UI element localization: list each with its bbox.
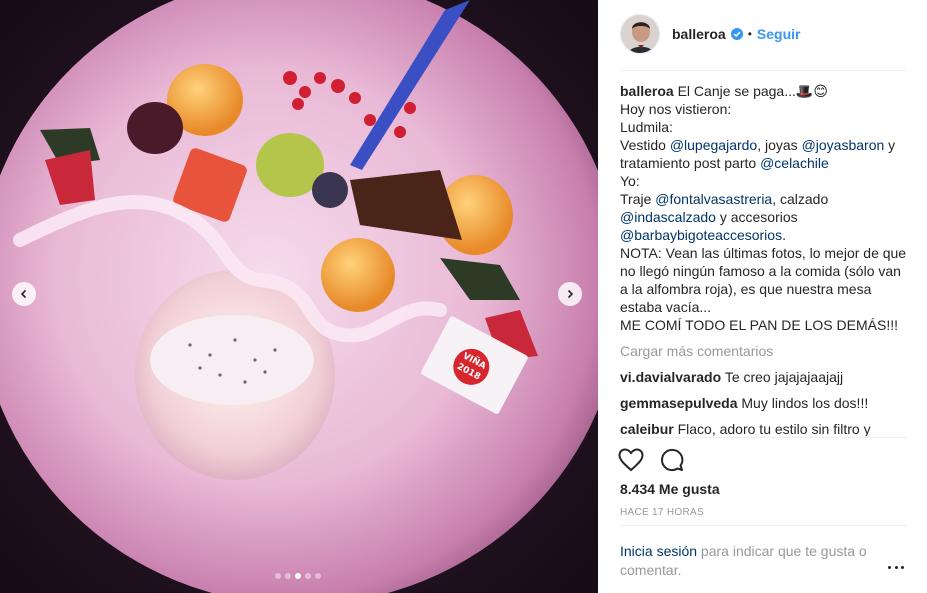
comment-text: Te creo jajajajaajajj [724, 369, 844, 385]
post-side-panel: balleroa • Seguir balleroa El Canje se p… [598, 0, 927, 593]
login-prompt: Inicia sesión para indicar que te gusta … [620, 542, 880, 580]
caption-text: , joyas [757, 137, 802, 153]
caption-text: , calzado [772, 191, 829, 207]
avatar[interactable] [620, 14, 660, 54]
carousel-next-button[interactable] [558, 282, 582, 306]
comment-username[interactable]: gemmasepulveda [620, 395, 738, 411]
comment-username[interactable]: vi.davialvarado [620, 369, 721, 385]
verified-icon [730, 28, 743, 40]
more-options-icon[interactable] [888, 560, 904, 574]
carousel-prev-button[interactable] [12, 282, 36, 306]
comments-section: balleroa El Canje se paga...🎩😊 Hoy nos v… [620, 82, 908, 436]
caption-line: Ludmila: [620, 119, 673, 135]
chevron-right-icon [567, 289, 574, 299]
post-timestamp[interactable]: HACE 17 HORAS [620, 507, 704, 518]
login-link[interactable]: Inicia sesión [620, 543, 697, 559]
carousel-dot-active [295, 573, 301, 579]
footer-divider [620, 525, 907, 526]
caption-line: ME COMÍ TODO EL PAN DE LOS DEMÁS!!! [620, 317, 898, 333]
caption-text: y accesorios [715, 209, 798, 225]
comment-item: gemmasepulveda Muy lindos los dos!!! [620, 394, 908, 412]
mention-link[interactable]: @lupegajardo [670, 137, 757, 153]
caption-text: Traje [620, 191, 656, 207]
mention-link[interactable]: @indascalzado [620, 209, 716, 225]
follow-button[interactable]: Seguir [757, 26, 801, 42]
mention-link[interactable]: @joyasbaron [802, 137, 885, 153]
action-bar [618, 448, 684, 472]
avatar-image [621, 15, 659, 53]
post-media: VIÑA 2018 [0, 0, 598, 593]
chevron-left-icon [20, 289, 27, 299]
mention-link[interactable]: @celachile [760, 155, 829, 171]
caption-line: Yo: [620, 173, 640, 189]
caption-line: El Canje se paga...🎩😊 [677, 83, 828, 99]
caption-nota: NOTA: Vean las últimas fotos, lo mejor d… [620, 245, 907, 315]
load-more-comments-button[interactable]: Cargar más comentarios [620, 342, 908, 360]
comments-divider [620, 437, 907, 438]
comment-icon[interactable] [660, 448, 684, 472]
carousel-dot [305, 573, 311, 579]
header-username[interactable]: balleroa [672, 26, 726, 42]
caption-text: Vestido [620, 137, 670, 153]
mention-link[interactable]: @barbaybigoteaccesorios [620, 227, 782, 243]
instagram-post: VIÑA 2018 balleroa • Seguir balleroa El … [0, 0, 927, 593]
comment-text: Muy lindos los dos!!! [741, 395, 869, 411]
carousel-indicator [275, 573, 321, 579]
header-divider [620, 70, 907, 71]
heart-icon[interactable] [618, 448, 644, 472]
like-count[interactable]: 8.434 Me gusta [620, 481, 720, 497]
food-photo: VIÑA 2018 [0, 0, 598, 593]
carousel-dot [285, 573, 291, 579]
caption-username[interactable]: balleroa [620, 83, 674, 99]
post-caption: balleroa El Canje se paga...🎩😊 Hoy nos v… [620, 82, 908, 334]
comment-item: vi.davialvarado Te creo jajajajaajajj [620, 368, 908, 386]
caption-text: . [782, 227, 786, 243]
comment-username[interactable]: caleibur [620, 421, 674, 436]
comment-text: Flaco, adoro tu estilo sin filtro y [677, 421, 871, 436]
caption-line: Hoy nos vistieron: [620, 101, 732, 117]
carousel-dot [275, 573, 281, 579]
comment-item: caleibur Flaco, adoro tu estilo sin filt… [620, 420, 908, 436]
header-separator: • [747, 27, 752, 41]
carousel-dot [315, 573, 321, 579]
post-header: balleroa • Seguir [620, 13, 908, 55]
mention-link[interactable]: @fontalvasastreria [655, 191, 772, 207]
